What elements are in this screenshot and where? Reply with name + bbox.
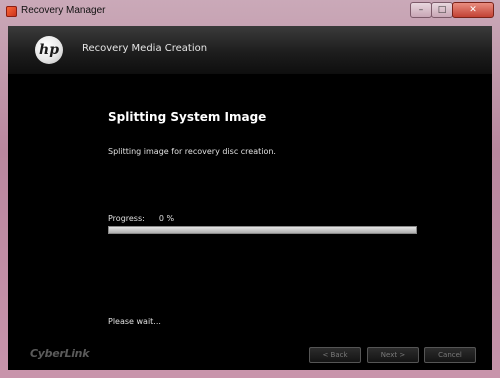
progress-label: Progress: [108, 214, 145, 223]
window-frame: Recovery Manager – □ ✕ hp Recovery Media… [0, 0, 500, 378]
step-description: Splitting image for recovery disc creati… [108, 147, 276, 156]
step-title: Splitting System Image [108, 110, 267, 124]
progress-label-row: Progress: 0 % [108, 214, 174, 223]
header-banner: hp Recovery Media Creation [8, 26, 492, 74]
hp-logo: hp [35, 36, 63, 64]
window-controls: – □ ✕ [410, 2, 494, 18]
cyberlink-logo: CyberLink [30, 347, 90, 360]
minimize-button[interactable]: – [410, 2, 432, 18]
header-title: Recovery Media Creation [82, 43, 208, 54]
cancel-button[interactable]: Cancel [424, 347, 476, 363]
next-button[interactable]: Next > [367, 347, 419, 363]
maximize-button[interactable]: □ [431, 2, 453, 18]
client-area: hp Recovery Media Creation Splitting Sys… [8, 26, 492, 370]
progress-bar [108, 226, 417, 234]
window-title: Recovery Manager [21, 5, 106, 16]
close-button[interactable]: ✕ [452, 2, 494, 18]
progress-value: 0 % [158, 214, 175, 223]
app-icon [6, 6, 17, 17]
title-bar[interactable]: Recovery Manager – □ ✕ [0, 0, 500, 24]
back-button[interactable]: < Back [309, 347, 361, 363]
status-text: Please wait... [108, 317, 161, 326]
